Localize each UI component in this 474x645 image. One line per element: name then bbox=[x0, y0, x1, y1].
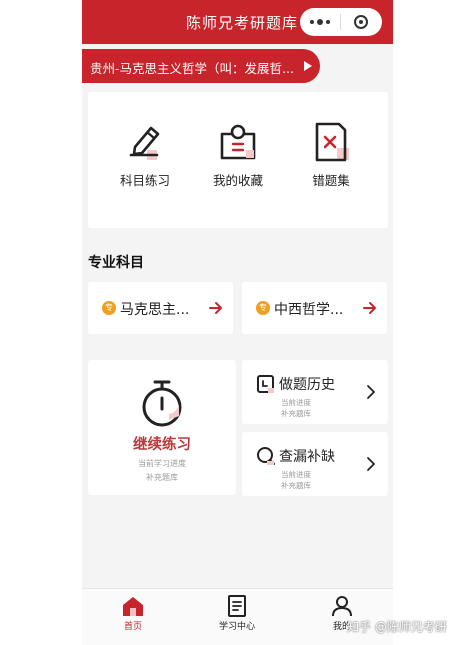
subject-card-philosophy[interactable]: 专 中西哲学... bbox=[242, 282, 387, 334]
quick-actions-card: 科目练习 我的收藏 错题集 bbox=[88, 92, 388, 228]
banner-text: 贵州-马克思主义哲学（叫：发展哲... bbox=[90, 61, 294, 76]
review-subtitle-progress: 当前进度 bbox=[281, 470, 311, 479]
document-list-icon bbox=[228, 595, 246, 617]
stopwatch-icon bbox=[142, 380, 182, 427]
continue-subtitle-progress: 当前学习进度 bbox=[138, 459, 186, 468]
wrong-questions-button[interactable]: 错题集 bbox=[291, 120, 371, 189]
magnifier-icon bbox=[257, 447, 275, 465]
continue-practice-card[interactable]: 继续练习 当前学习进度 补充题库 bbox=[88, 360, 236, 495]
home-icon bbox=[123, 597, 143, 616]
subject-badge: 专 bbox=[102, 301, 116, 315]
history-title: 做题历史 bbox=[279, 377, 335, 393]
history-clock-icon bbox=[257, 375, 274, 393]
chevron-right-icon bbox=[367, 457, 375, 471]
mini-program-capsule bbox=[300, 8, 382, 36]
subject-name: 中西哲学... bbox=[274, 302, 344, 318]
continue-subtitle-bank: 补充题库 bbox=[146, 473, 178, 482]
review-title: 查漏补缺 bbox=[279, 449, 335, 465]
play-arrow-icon bbox=[304, 61, 312, 71]
arrow-right-icon bbox=[363, 302, 376, 314]
tab-home[interactable]: 首页 bbox=[98, 595, 168, 632]
bottom-tab-bar: 首页 学习中心 我的 bbox=[82, 588, 393, 645]
review-subtitle-bank: 补充题库 bbox=[281, 481, 311, 490]
pencil-edit-icon bbox=[129, 126, 160, 160]
tab-study-center-label: 学习中心 bbox=[218, 622, 255, 632]
section-title: 专业科目 bbox=[88, 255, 144, 271]
tab-home-label: 首页 bbox=[123, 622, 142, 632]
subject-practice-button[interactable]: 科目练习 bbox=[105, 120, 185, 189]
continue-practice-title: 继续练习 bbox=[133, 437, 191, 453]
app-header: 陈师兄考研题库 bbox=[82, 0, 393, 44]
wrong-question-icon bbox=[315, 122, 349, 162]
subject-card-marxism[interactable]: 专 马克思主... bbox=[88, 282, 233, 334]
tab-study-center[interactable]: 学习中心 bbox=[202, 595, 272, 632]
wrong-questions-label: 错题集 bbox=[312, 173, 350, 188]
current-subject-banner[interactable]: 贵州-马克思主义哲学（叫：发展哲... bbox=[82, 49, 320, 83]
chevron-right-icon bbox=[367, 385, 375, 399]
my-collection-label: 我的收藏 bbox=[212, 173, 263, 188]
app-title: 陈师兄考研题库 bbox=[186, 14, 299, 32]
subject-name: 马克思主... bbox=[120, 302, 190, 318]
user-profile-icon bbox=[332, 596, 352, 617]
history-subtitle-progress: 当前进度 bbox=[281, 398, 311, 407]
practice-history-card[interactable]: 做题历史 当前进度 补充题库 bbox=[242, 360, 388, 424]
history-subtitle-bank: 补充题库 bbox=[281, 409, 311, 418]
zhihu-watermark: 知乎 @陈师兄考研 bbox=[347, 620, 447, 634]
subject-badge: 专 bbox=[256, 301, 270, 315]
subject-practice-label: 科目练习 bbox=[119, 173, 170, 188]
my-collection-button[interactable]: 我的收藏 bbox=[198, 120, 278, 189]
close-mini-program-icon[interactable] bbox=[341, 15, 381, 29]
fill-gaps-card[interactable]: 查漏补缺 当前进度 补充题库 bbox=[242, 432, 388, 496]
phone-screen: 陈师兄考研题库 贵州-马克思主义哲学（叫：发展哲... 科目练习 我的收藏 错题… bbox=[82, 0, 393, 645]
collection-box-icon bbox=[220, 124, 256, 160]
arrow-right-icon bbox=[209, 302, 222, 314]
more-options-icon[interactable] bbox=[300, 19, 340, 25]
